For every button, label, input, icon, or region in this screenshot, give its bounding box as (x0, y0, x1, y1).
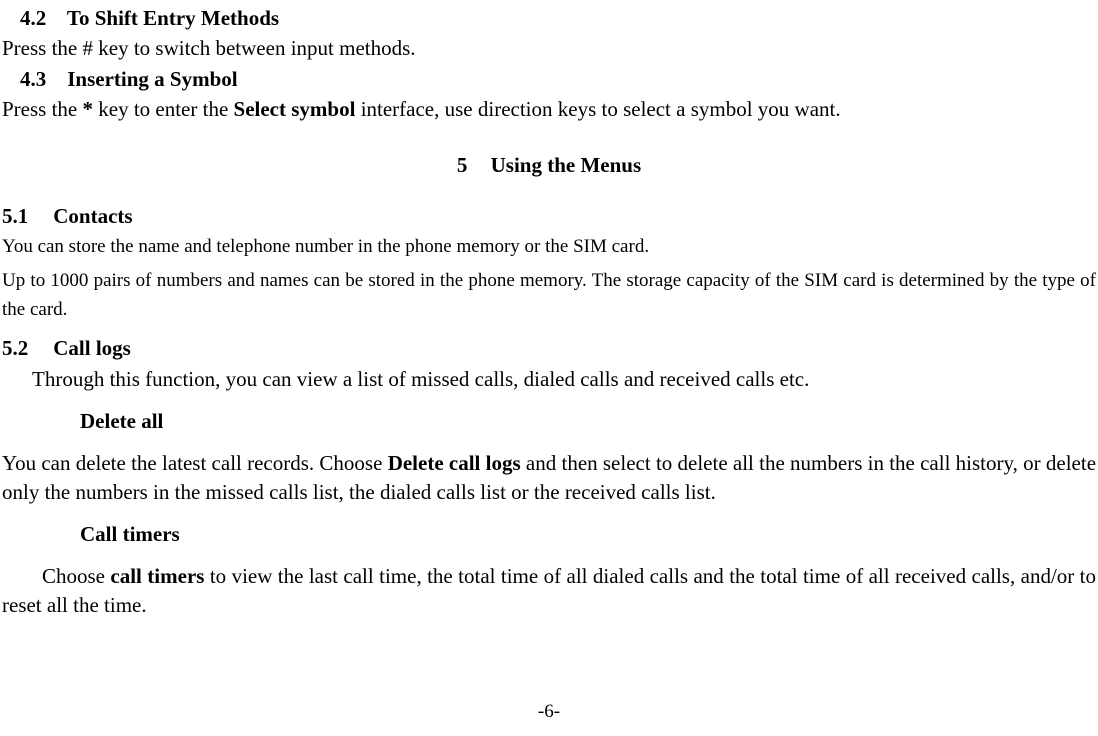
para-delete-all-pre: You can delete the latest call records. … (2, 451, 388, 475)
para-call-timers: Choose call timers to view the last call… (2, 562, 1096, 619)
para-4-3-key: * (83, 97, 94, 121)
para-4-3: Press the * key to enter the Select symb… (2, 95, 1096, 123)
para-5-1-b: Up to 1000 pairs of numbers and names ca… (2, 266, 1096, 325)
para-delete-all-bold: Delete call logs (388, 451, 521, 475)
heading-delete-all: Delete all (80, 407, 1096, 435)
para-4-3-bold: Select symbol (234, 97, 356, 121)
para-delete-all: You can delete the latest call records. … (2, 449, 1096, 506)
para-call-timers-pre: Choose (42, 564, 110, 588)
para-4-3-pre: Press the (2, 97, 83, 121)
heading-5-1-title: Contacts (53, 204, 132, 228)
heading-4-3: 4.3 Inserting a Symbol (20, 65, 1096, 93)
para-5-1-a: You can store the name and telephone num… (2, 232, 1096, 261)
heading-5-2: 5.2 Call logs (2, 334, 1096, 362)
heading-4-3-number: 4.3 (20, 65, 62, 93)
heading-4-3-title: Inserting a Symbol (67, 67, 237, 91)
heading-4-2: 4.2 To Shift Entry Methods (20, 4, 1096, 32)
heading-5-2-number: 5.2 (2, 334, 48, 362)
heading-5-1-number: 5.1 (2, 202, 48, 230)
para-5-2-intro: Through this function, you can view a li… (32, 365, 1096, 393)
para-call-timers-bold: call timers (110, 564, 204, 588)
heading-4-2-number: 4.2 (20, 4, 62, 32)
heading-5-2-title: Call logs (53, 336, 131, 360)
heading-4-2-title: To Shift Entry Methods (67, 6, 279, 30)
page-number: -6- (2, 699, 1096, 725)
heading-5: 5 Using the Menus (2, 151, 1096, 179)
para-4-3-mid: key to enter the (93, 97, 234, 121)
para-4-2: Press the # key to switch between input … (2, 34, 1096, 62)
heading-5-1: 5.1 Contacts (2, 202, 1096, 230)
heading-5-title: Using the Menus (491, 153, 642, 177)
heading-5-number: 5 (457, 151, 468, 179)
heading-call-timers: Call timers (80, 520, 1096, 548)
para-4-3-post: interface, use direction keys to select … (355, 97, 840, 121)
